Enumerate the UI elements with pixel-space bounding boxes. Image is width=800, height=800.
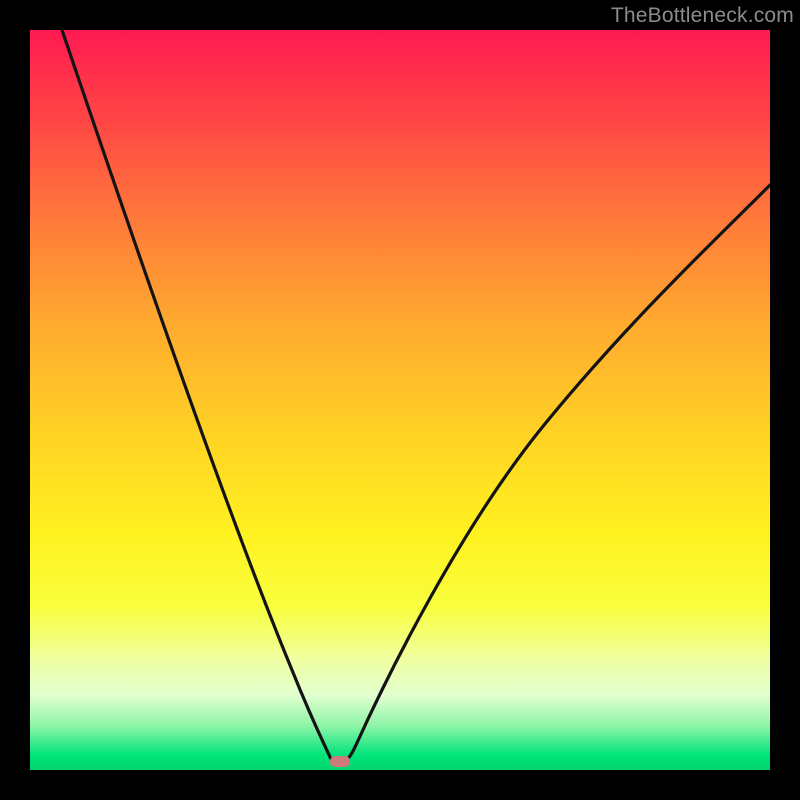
bottleneck-curve xyxy=(30,30,770,770)
curve-left-branch xyxy=(62,30,342,762)
curve-right-branch xyxy=(342,185,770,762)
optimal-marker xyxy=(330,756,350,767)
watermark-label: TheBottleneck.com xyxy=(611,4,794,28)
chart-frame: TheBottleneck.com xyxy=(0,0,800,800)
plot-area xyxy=(30,30,770,770)
